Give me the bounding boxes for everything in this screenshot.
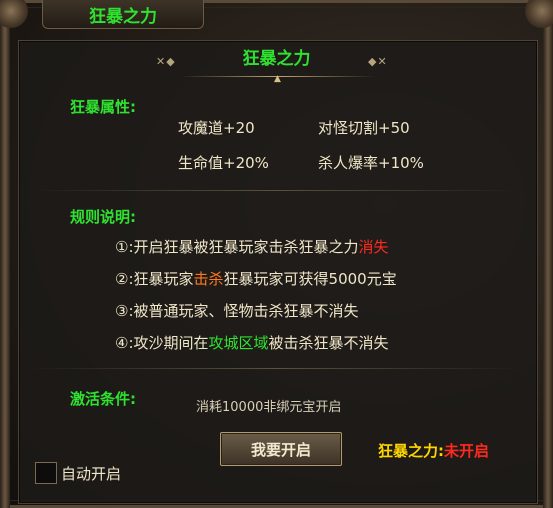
auto-open-label[interactable]: 自动开启	[61, 463, 121, 484]
panel-title: 狂暴之力	[242, 49, 311, 69]
rule-1-text: 开启狂暴被狂暴玩家击杀狂暴之力	[133, 238, 359, 256]
rule-4: ④:攻沙期间在攻城区域被击杀狂暴不消失	[115, 332, 389, 353]
activation-cost: 消耗10000非绑元宝开启	[196, 400, 342, 415]
rule-2-highlight: 击杀	[193, 270, 224, 288]
title-underline-mark-icon: ▲	[274, 74, 281, 84]
rule-4-number: ④:	[115, 334, 134, 352]
rule-2-text-after: 狂暴玩家可获得5000元宝	[223, 270, 397, 288]
open-berserk-button[interactable]: 我要开启	[220, 432, 342, 466]
right-frame-ornament	[543, 0, 553, 508]
window-title-tab[interactable]: 狂暴之力	[42, 0, 204, 29]
status-value: 未开启	[444, 442, 490, 460]
left-frame-ornament	[0, 0, 10, 508]
rule-3: ③:被普通玩家、怪物击杀狂暴不消失	[115, 300, 359, 321]
rule-4-text-after: 被击杀狂暴不消失	[268, 334, 389, 352]
auto-open-checkbox[interactable]	[35, 462, 57, 484]
divider	[28, 368, 523, 369]
attributes-label: 狂暴属性:	[70, 98, 136, 116]
rule-2-text: 狂暴玩家	[133, 270, 194, 288]
rules-label: 规则说明:	[70, 208, 136, 226]
berserk-status: 狂暴之力:未开启	[378, 440, 489, 461]
attribute-monster-cut: 对怪切割+50	[318, 119, 410, 137]
attribute-attack: 攻魔道+20	[178, 119, 255, 137]
status-key: 狂暴之力:	[378, 442, 444, 460]
title-right-ornament-icon: ◆✕	[368, 55, 388, 68]
divider	[28, 190, 523, 191]
rule-4-highlight: 攻城区域	[208, 334, 269, 352]
rule-1: ①:开启狂暴被狂暴玩家击杀狂暴之力消失	[115, 236, 389, 257]
activation-label: 激活条件:	[70, 390, 136, 408]
rule-1-number: ①:	[115, 238, 134, 256]
rule-3-number: ③:	[115, 302, 134, 320]
window-title: 狂暴之力	[89, 6, 157, 27]
attribute-kill-drop-rate: 杀人爆率+10%	[318, 154, 424, 172]
rule-2: ②:狂暴玩家击杀狂暴玩家可获得5000元宝	[115, 268, 397, 289]
rule-2-number: ②:	[115, 270, 134, 288]
rule-4-text: 攻沙期间在	[133, 334, 209, 352]
rule-3-text: 被普通玩家、怪物击杀狂暴不消失	[133, 302, 359, 320]
rule-1-highlight: 消失	[358, 238, 389, 256]
attribute-hp: 生命值+20%	[178, 154, 269, 172]
